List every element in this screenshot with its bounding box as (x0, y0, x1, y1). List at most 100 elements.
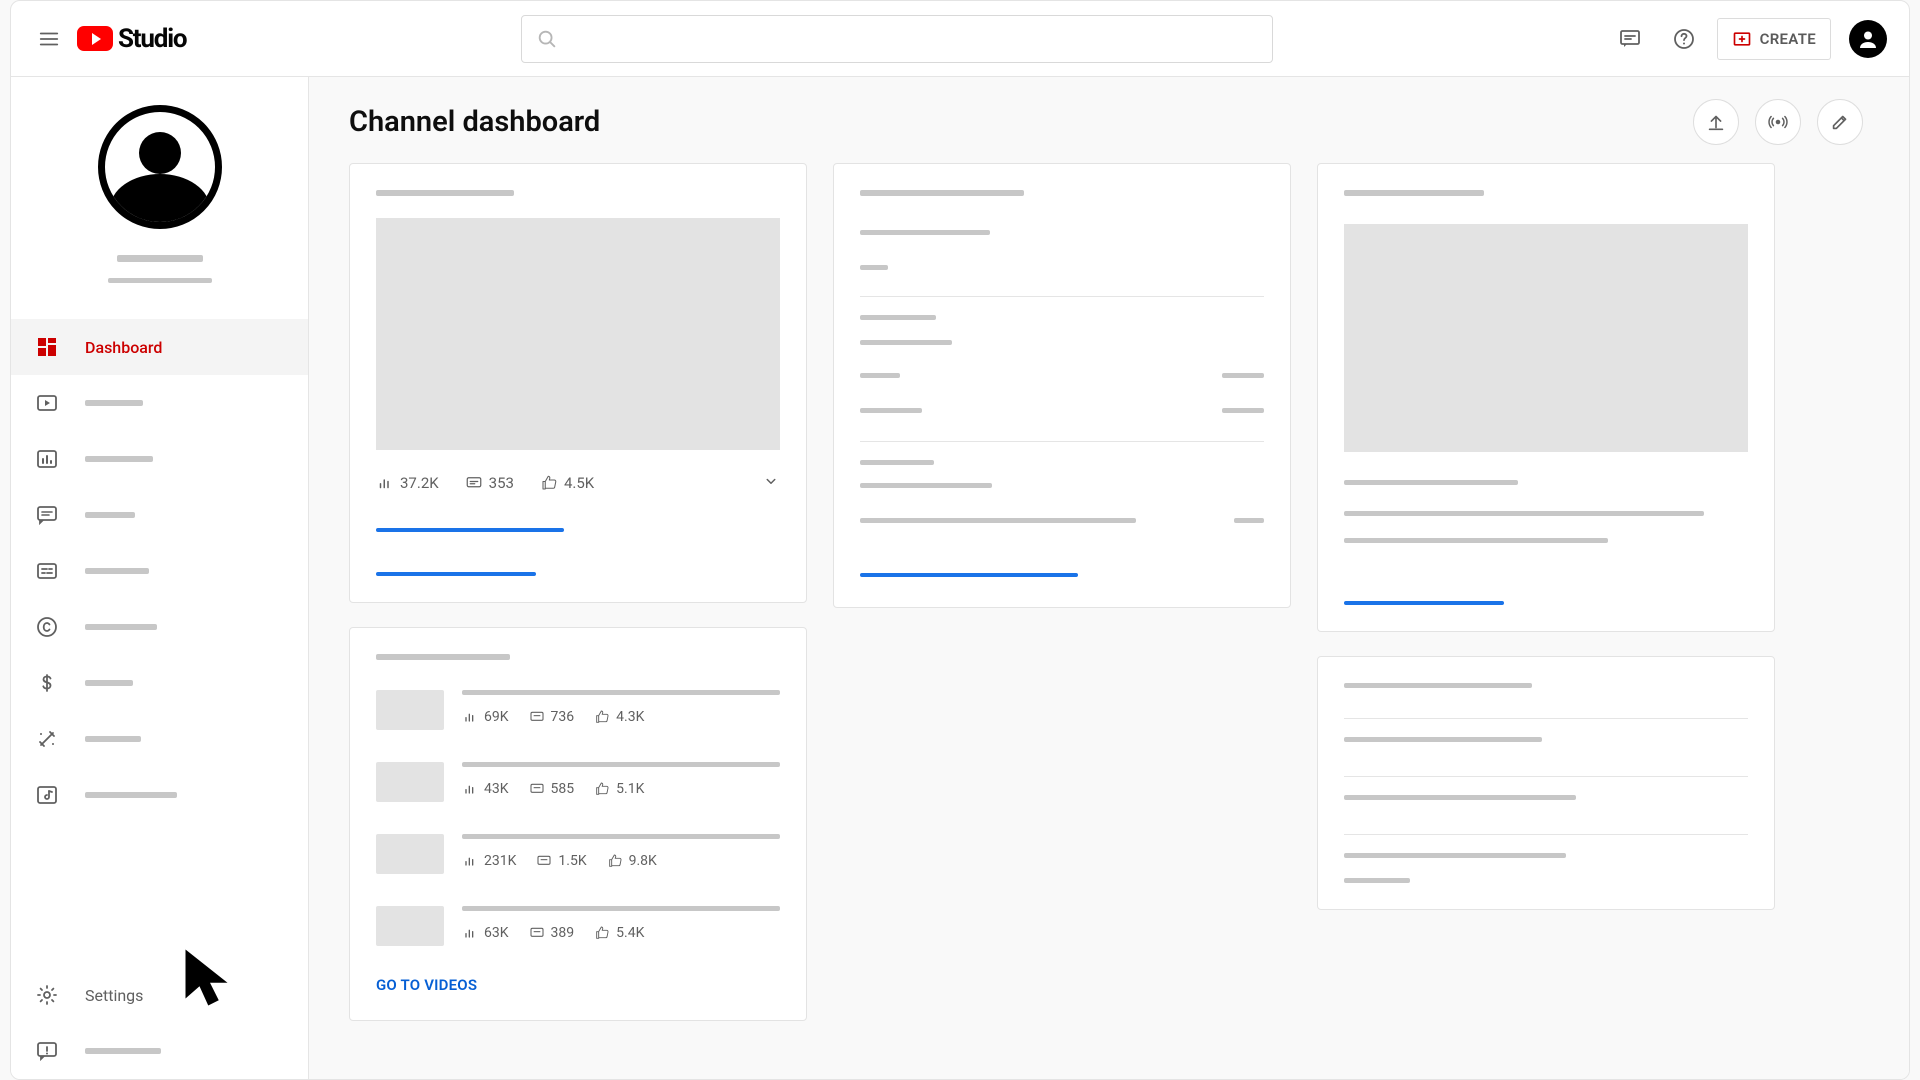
sidebar-item-feedback[interactable] (11, 1023, 308, 1079)
video-thumb-small (376, 690, 444, 730)
sidebar-item-content[interactable] (11, 375, 308, 431)
text-placeholder (1344, 878, 1410, 883)
sidebar-item-copyright[interactable] (11, 599, 308, 655)
main-content: Channel dashboard (309, 77, 1909, 1079)
sidebar-item-analytics[interactable] (11, 431, 308, 487)
hamburger-menu-button[interactable] (25, 15, 73, 63)
recent-videos-card: 69K 736 4.3K 43K (349, 627, 807, 1021)
logo-text: Studio (118, 24, 186, 54)
wand-icon (35, 727, 59, 751)
text-placeholder (1344, 737, 1542, 742)
edit-icon (1829, 111, 1851, 133)
text-placeholder (860, 230, 990, 235)
video-list-item[interactable]: 43K 585 5.1K (376, 762, 780, 802)
go-to-videos-link[interactable]: GO TO VIDEOS (376, 976, 477, 994)
go-live-button[interactable] (1755, 99, 1801, 145)
news-card (1317, 163, 1775, 632)
card-title-placeholder (1344, 190, 1484, 196)
analytics-card (833, 163, 1291, 608)
video-title-placeholder (462, 690, 780, 695)
dollar-icon (35, 671, 59, 695)
channel-handle-placeholder (108, 278, 212, 283)
sidebar-item-subtitles[interactable] (11, 543, 308, 599)
latest-video-card: 37.2K 353 4.5K (349, 163, 807, 603)
video-thumb-small (376, 762, 444, 802)
channel-profile[interactable] (11, 77, 308, 297)
audio-lib-icon (35, 783, 59, 807)
video-thumb-small (376, 906, 444, 946)
card-title-placeholder (376, 190, 514, 196)
play-box-icon (35, 391, 59, 415)
search-input[interactable] (521, 15, 1273, 63)
video-title-placeholder (462, 906, 780, 911)
card-title-placeholder (1344, 683, 1532, 688)
views-stat: 37.2K (376, 474, 439, 492)
comment-icon (35, 503, 59, 527)
link-placeholder[interactable] (376, 572, 536, 576)
expand-button[interactable] (762, 472, 780, 494)
video-list-item[interactable]: 69K 736 4.3K (376, 690, 780, 730)
gear-icon (35, 983, 59, 1007)
dashboard-icon (35, 335, 59, 359)
likes-stat: 4.5K (540, 474, 594, 492)
video-thumbnail[interactable] (376, 218, 780, 450)
card-title-placeholder (860, 190, 1024, 196)
video-list-item[interactable]: 231K 1.5K 9.8K (376, 834, 780, 874)
text-placeholder (1344, 538, 1608, 543)
link-placeholder[interactable] (860, 573, 1078, 577)
sidebar-item-label: Settings (85, 986, 143, 1005)
upload-icon (1705, 111, 1727, 133)
channel-name-placeholder (117, 255, 203, 262)
sidebar: Dashboard (11, 77, 309, 1079)
text-placeholder (860, 483, 992, 488)
link-placeholder[interactable] (376, 528, 564, 532)
card-title-placeholder (376, 654, 510, 660)
chat-icon (1618, 27, 1642, 51)
app-header: Studio CREATE (11, 1, 1909, 77)
ideas-card (1317, 656, 1775, 910)
like-icon (540, 474, 558, 492)
video-list-item[interactable]: 63K 389 5.4K (376, 906, 780, 946)
comment-small-icon (465, 474, 483, 492)
avatar-icon (1856, 27, 1880, 51)
sidebar-item-label: Dashboard (85, 338, 162, 357)
news-image-placeholder (1344, 224, 1748, 452)
video-title-placeholder (462, 834, 780, 839)
text-placeholder (860, 340, 952, 345)
youtube-play-icon (77, 26, 113, 51)
text-placeholder (1344, 853, 1566, 858)
sidebar-item-monetization[interactable] (11, 655, 308, 711)
latest-video-stats: 37.2K 353 4.5K (376, 472, 780, 494)
section-label-placeholder (860, 460, 934, 465)
copyright-icon (35, 615, 59, 639)
sidebar-item-settings[interactable]: Settings (11, 967, 308, 1023)
create-label: CREATE (1760, 30, 1816, 48)
sidebar-item-customization[interactable] (11, 711, 308, 767)
hamburger-icon (38, 28, 60, 50)
link-placeholder[interactable] (1344, 601, 1504, 605)
create-icon (1732, 29, 1752, 49)
chevron-down-icon (762, 472, 780, 490)
sidebar-item-audio[interactable] (11, 767, 308, 823)
section-label-placeholder (860, 315, 936, 320)
sidebar-item-dashboard[interactable]: Dashboard (11, 319, 308, 375)
feedback-icon (35, 1039, 59, 1063)
views-bar-icon (376, 474, 394, 492)
text-placeholder (1344, 511, 1704, 516)
help-icon (1672, 27, 1696, 51)
search-icon (536, 28, 558, 50)
account-avatar[interactable] (1849, 20, 1887, 58)
create-button[interactable]: CREATE (1717, 18, 1831, 60)
sidebar-item-comments[interactable] (11, 487, 308, 543)
youtube-studio-logo[interactable]: Studio (77, 24, 186, 54)
video-title-placeholder (462, 762, 780, 767)
help-button[interactable] (1663, 18, 1705, 60)
edit-button[interactable] (1817, 99, 1863, 145)
comments-stat: 353 (465, 474, 514, 492)
page-title: Channel dashboard (349, 105, 1869, 139)
channel-avatar (98, 105, 222, 229)
subtitles-icon (35, 559, 59, 583)
video-thumb-small (376, 834, 444, 874)
comments-button[interactable] (1609, 18, 1651, 60)
upload-button[interactable] (1693, 99, 1739, 145)
